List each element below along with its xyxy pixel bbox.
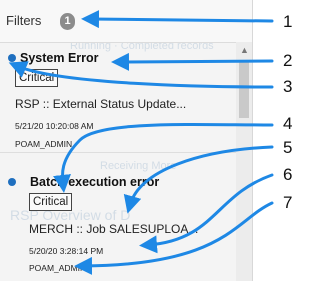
- callout-arrow-3: [8, 61, 274, 89]
- callout-arrow-5: [123, 145, 274, 214]
- callout-number-5: 5: [283, 138, 293, 157]
- callout-number-7: 7: [283, 193, 293, 212]
- callout-number-1: 1: [283, 12, 293, 31]
- callout-arrow-1: [81, 10, 274, 29]
- callout-arrow-7: [74, 201, 274, 275]
- callout-arrow-4: [53, 122, 274, 193]
- callout-arrow-2: [111, 52, 274, 71]
- callout-number-4: 4: [283, 114, 293, 133]
- callout-number-2: 2: [283, 51, 293, 70]
- callout-number-6: 6: [283, 165, 293, 184]
- callout-number-3: 3: [283, 77, 293, 96]
- callout-arrow-6: [139, 173, 274, 254]
